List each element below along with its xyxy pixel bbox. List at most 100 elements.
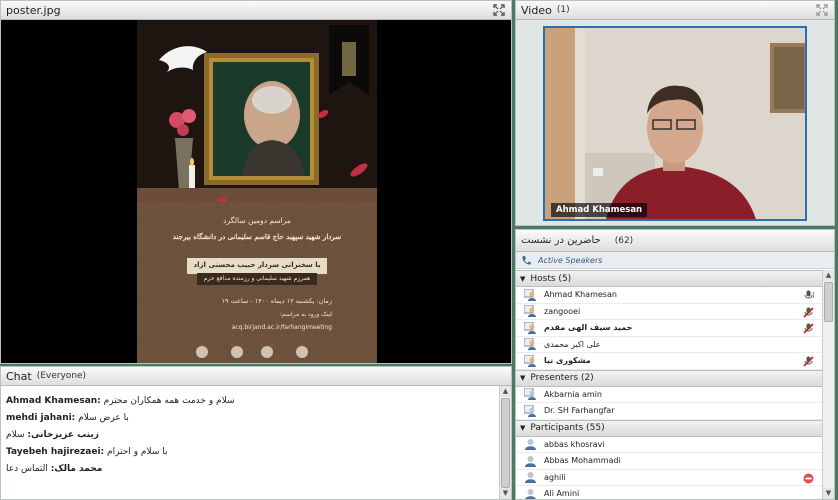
poster-image: مراسم دومین سالگرد سردار شهید سپهبد حاج …	[137, 20, 377, 363]
attendee-name: Ahmad Khamesan	[544, 290, 617, 300]
chat-pod-title: Chat	[6, 369, 32, 383]
attendee-name: Abbas Mohammadi	[544, 456, 621, 466]
chat-audience[interactable]: (Everyone)	[37, 371, 86, 381]
participant-user-icon	[525, 488, 536, 499]
host-user-icon	[524, 305, 536, 318]
chat-text: سلام و خدمت همه همکاران محترم	[103, 396, 235, 406]
attendees-count: (62)	[614, 235, 634, 246]
poster-text-6: لینک ورود به مراسم:	[279, 311, 332, 318]
participant-user-icon	[525, 455, 536, 467]
scroll-up-icon[interactable]: ▲	[500, 386, 511, 397]
chat-text: با عرض سلام	[78, 413, 129, 423]
attendee-name: Dr. SH Farhangfar	[544, 406, 615, 416]
attendee-row[interactable]: Abbas Mohammadi	[516, 453, 822, 470]
attendees-pod: حاضرین در نشست (62) Active Speakers ▼ Ho…	[515, 229, 835, 500]
attendees-pod-title: حاضرین در نشست	[521, 235, 601, 246]
group-label: Presenters (2)	[530, 373, 594, 383]
attendee-row[interactable]: Akbarnia amin	[516, 387, 822, 403]
chat-scroll-thumb[interactable]	[501, 398, 510, 488]
chat-message: Ahmad Khamesan: سلام و خدمت همه همکاران …	[6, 396, 494, 413]
group-header-presenters[interactable]: ▼ Presenters (2)	[516, 369, 822, 387]
participant-user-icon	[525, 439, 536, 451]
attendee-row[interactable]: مشکوری نیا	[516, 353, 822, 370]
fullscreen-icon[interactable]	[493, 4, 505, 16]
active-speakers-label: Active Speakers	[538, 255, 603, 265]
chevron-down-icon[interactable]: ▼	[520, 275, 525, 283]
chat-sender: محمد مالک:	[50, 464, 103, 474]
presenter-user-icon	[524, 404, 536, 417]
attendee-scroll-thumb[interactable]	[824, 282, 833, 322]
attendee-name: علی اکبر محمدی	[544, 339, 601, 349]
host-user-icon	[524, 321, 536, 334]
chat-sender: زینب عزیزخانی:	[27, 430, 99, 440]
fullscreen-icon[interactable]	[816, 4, 828, 16]
group-header-participants[interactable]: ▼ Participants (55)	[516, 419, 822, 437]
attendee-scrollbar[interactable]: ▲ ▼	[822, 270, 834, 499]
attendee-row[interactable]: zangooei	[516, 304, 822, 320]
chevron-down-icon[interactable]: ▼	[520, 424, 525, 432]
poster-text-7: acq.birjand.ac.ir/farhangimeeting	[231, 324, 332, 331]
chat-messages: Ahmad Khamesan: سلام و خدمت همه همکاران …	[1, 386, 499, 499]
microphone-muted-icon	[803, 306, 814, 318]
attendee-name: مشکوری نیا	[544, 356, 591, 366]
chevron-down-icon[interactable]: ▼	[520, 374, 525, 382]
chat-scrollbar[interactable]: ▲ ▼	[499, 386, 511, 499]
active-speakers-bar: Active Speakers	[516, 252, 834, 269]
share-pod-title: poster.jpg	[6, 3, 61, 17]
video-pod: Video (1) Ahmad Khamesan	[515, 0, 835, 226]
chat-message: زینب عزیزخانی: سلام	[6, 430, 494, 447]
host-user-icon	[524, 338, 536, 351]
chat-pod-header: Chat (Everyone)	[1, 367, 511, 386]
attendee-row[interactable]: Ahmad Khamesan	[516, 287, 822, 304]
attendee-name: Akbarnia amin	[544, 389, 602, 399]
chat-message: Tayebeh hajirezaei: با سلام و احترام	[6, 447, 494, 464]
poster-text-4: همرزم شهید سلیمانی و رزمنده مدافع حرم	[203, 275, 311, 282]
chat-text: التماس دعا	[6, 464, 48, 474]
chat-sender: mehdi jahani:	[6, 413, 76, 423]
attendee-row[interactable]: حمید سیف الهی مقدم	[516, 320, 822, 337]
attendees-pod-header: حاضرین در نشست (62)	[516, 230, 834, 252]
attendee-row[interactable]: aghili	[516, 470, 822, 486]
scroll-down-icon[interactable]: ▼	[500, 488, 511, 499]
share-pod: poster.jpg مراسم دومین سالگرد سردار شهید…	[0, 0, 512, 364]
video-pod-count: (1)	[556, 5, 570, 15]
video-pod-header: Video (1)	[516, 1, 834, 20]
group-label: Participants (55)	[530, 423, 605, 433]
poster-text-3: با سخنرانی سردار حبیب محسنی آزاد	[193, 261, 321, 269]
participant-user-icon	[525, 472, 536, 484]
presenter-user-icon	[524, 388, 536, 401]
group-header-hosts[interactable]: ▼ Hosts (5)	[516, 270, 822, 287]
attendee-name: حمید سیف الهی مقدم	[544, 323, 633, 333]
video-area: Ahmad Khamesan	[516, 20, 834, 225]
chat-sender: Ahmad Khamesan:	[6, 396, 101, 406]
chat-message: محمد مالک: التماس دعا	[6, 464, 494, 481]
attendee-name: aghili	[544, 472, 566, 482]
step-away-icon	[803, 473, 814, 483]
host-user-icon	[524, 354, 536, 367]
microphone-muted-icon	[803, 323, 814, 334]
attendee-list: ▼ Hosts (5) Ahmad Khamesan zangooei حمید…	[516, 270, 822, 499]
share-content: مراسم دومین سالگرد سردار شهید سپهبد حاج …	[1, 20, 511, 363]
chat-text: با سلام و احترام	[107, 447, 168, 457]
phone-icon	[522, 255, 531, 265]
poster-text-1: مراسم دومین سالگرد	[223, 216, 291, 225]
share-pod-header: poster.jpg	[1, 1, 511, 20]
poster-text-5: زمان: یکشنبه ۱۲ دیماه ۱۴۰۰ - ساعت ۱۹	[221, 297, 332, 305]
chat-sender: Tayebeh hajirezaei:	[6, 447, 105, 457]
chat-message: mehdi jahani: با عرض سلام	[6, 413, 494, 430]
attendee-name: Ali Amini	[544, 489, 580, 499]
microphone-icon	[804, 290, 814, 299]
scroll-down-icon[interactable]: ▼	[823, 488, 834, 499]
camera-feed: Ahmad Khamesan	[543, 26, 807, 221]
attendee-name: abbas khosravi	[544, 439, 605, 449]
attendee-row[interactable]: Dr. SH Farhangfar	[516, 403, 822, 420]
microphone-muted-icon	[803, 356, 814, 367]
attendee-row[interactable]: abbas khosravi	[516, 437, 822, 453]
scroll-up-icon[interactable]: ▲	[823, 270, 834, 281]
host-user-icon	[524, 288, 536, 301]
attendee-name: zangooei	[544, 306, 581, 316]
attendee-row[interactable]: Ali Amini	[516, 486, 822, 499]
attendee-row[interactable]: علی اکبر محمدی	[516, 337, 822, 353]
chat-text: سلام	[6, 430, 25, 440]
camera-name-label: Ahmad Khamesan	[551, 203, 648, 217]
